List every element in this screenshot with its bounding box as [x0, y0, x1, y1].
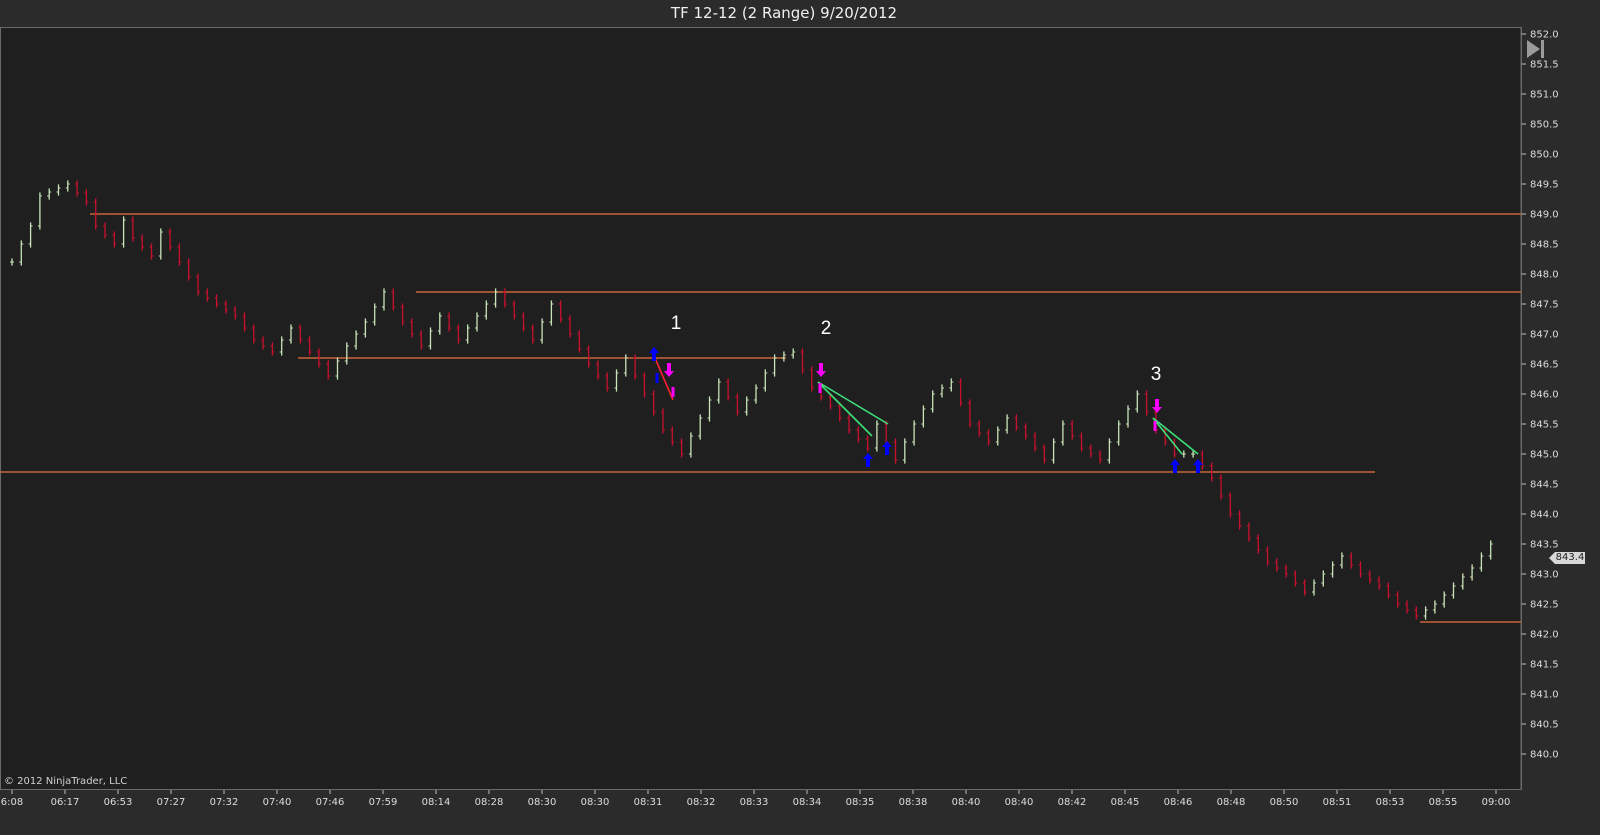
- y-tick-label: 851.0: [1530, 90, 1559, 101]
- y-tick-label: 840.5: [1530, 720, 1559, 731]
- buy-signal-arrow: [649, 347, 659, 361]
- y-tick-label: 851.5: [1530, 60, 1559, 71]
- sell-signal-arrow: [664, 363, 674, 377]
- skip-to-end-icon[interactable]: [1521, 37, 1549, 61]
- x-tick-label: 06:17: [51, 797, 80, 808]
- y-tick-label: 846.5: [1530, 360, 1559, 371]
- x-tick-label: 08:34: [793, 797, 822, 808]
- y-tick-label: 848.0: [1530, 270, 1559, 281]
- signal-tick: [818, 383, 822, 393]
- x-tick-label: 07:27: [157, 797, 186, 808]
- copyright-text: © 2012 NinjaTrader, LLC: [4, 776, 128, 787]
- setup-number-label: 2: [821, 318, 832, 339]
- setup-number-label: 3: [1151, 364, 1162, 385]
- x-tick-label: 08:35: [846, 797, 875, 808]
- x-tick-label: 08:14: [422, 797, 451, 808]
- x-tick-label: 07:40: [263, 797, 292, 808]
- x-tick-label: 08:33: [740, 797, 769, 808]
- signal-tick: [671, 387, 675, 397]
- x-tick-label: 08:51: [1323, 797, 1352, 808]
- y-tick-label: 845.5: [1530, 420, 1559, 431]
- buy-signal-arrow: [863, 453, 873, 467]
- x-tick-label: 08:30: [528, 797, 557, 808]
- last-price-label: 843.4: [1555, 552, 1585, 564]
- x-tick-label: 07:59: [369, 797, 398, 808]
- y-tick-label: 843.5: [1530, 540, 1559, 551]
- y-tick-label: 847.5: [1530, 300, 1559, 311]
- x-tick-label: 08:46: [1164, 797, 1193, 808]
- x-tick-label: 07:46: [316, 797, 345, 808]
- x-tick-label: 6:08: [1, 797, 23, 808]
- x-tick-label: 08:32: [687, 797, 716, 808]
- x-tick-label: 08:53: [1376, 797, 1405, 808]
- x-tick-label: 08:40: [952, 797, 981, 808]
- y-tick-label: 846.0: [1530, 390, 1559, 401]
- x-tick-label: 06:53: [104, 797, 133, 808]
- x-tick-label: 08:48: [1217, 797, 1246, 808]
- trend-line: [1152, 417, 1183, 455]
- signal-tick: [655, 373, 659, 383]
- sell-signal-arrow: [1152, 399, 1162, 413]
- y-tick-label: 843.0: [1530, 570, 1559, 581]
- y-tick-label: 850.0: [1530, 150, 1559, 161]
- y-tick-label: 842.0: [1530, 630, 1559, 641]
- y-tick-label: 849.5: [1530, 180, 1559, 191]
- y-tick-label: 840.0: [1530, 750, 1559, 761]
- y-tick-label: 850.5: [1530, 120, 1559, 131]
- buy-signal-arrow: [1170, 459, 1180, 473]
- x-tick-label: 08:40: [1005, 797, 1034, 808]
- setup-number-label: 1: [671, 313, 682, 334]
- y-tick-label: 842.5: [1530, 600, 1559, 611]
- y-tick-label: 844.5: [1530, 480, 1559, 491]
- buy-signal-arrow: [882, 441, 892, 455]
- x-tick-label: 09:00: [1482, 797, 1511, 808]
- y-tick-label: 845.0: [1530, 450, 1559, 461]
- x-tick-label: 08:50: [1270, 797, 1299, 808]
- y-tick-label: 849.0: [1530, 210, 1559, 221]
- x-tick-label: 08:55: [1429, 797, 1458, 808]
- sell-signal-arrow: [816, 363, 826, 377]
- y-tick-label: 841.5: [1530, 660, 1559, 671]
- x-tick-label: 08:30: [581, 797, 610, 808]
- y-tick-label: 847.0: [1530, 330, 1559, 341]
- x-tick-label: 08:45: [1111, 797, 1140, 808]
- x-tick-label: 08:28: [475, 797, 504, 808]
- x-tick-label: 08:31: [634, 797, 663, 808]
- y-tick-label: 844.0: [1530, 510, 1559, 521]
- buy-signal-arrow: [1193, 459, 1203, 473]
- x-tick-label: 08:42: [1058, 797, 1087, 808]
- signal-tick: [1153, 421, 1157, 431]
- price-chart[interactable]: 840.0 840.5 841.0 841.5 842.0 842.5 843.0 843.5…: [0, 0, 1600, 835]
- y-tick-label: 841.0: [1530, 690, 1559, 701]
- x-tick-label: 07:32: [210, 797, 239, 808]
- trend-line: [1152, 417, 1199, 455]
- x-tick-label: 08:38: [899, 797, 928, 808]
- y-tick-label: 848.5: [1530, 240, 1559, 251]
